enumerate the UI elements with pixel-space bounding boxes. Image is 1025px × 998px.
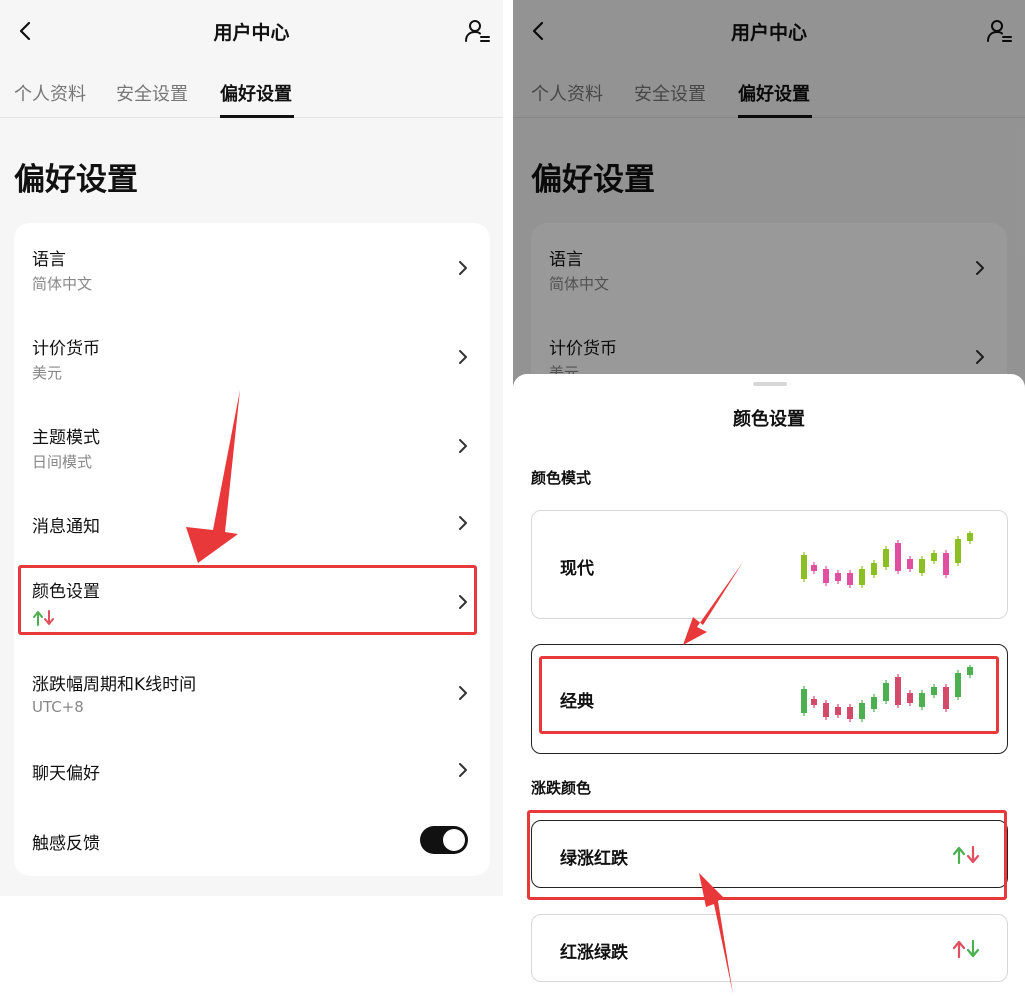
right-screen: 用户中心 个人资料 安全设置 偏好设置 偏好设置 语言 简体中文 计价货币 美元 xyxy=(513,0,1025,998)
annotation-arrow xyxy=(186,390,240,563)
left-screen: 用户中心 个人资料 安全设置 偏好设置 偏好设置 语言 简体中文 计价货币 美元 xyxy=(0,0,503,998)
annotation-arrow xyxy=(683,562,743,994)
